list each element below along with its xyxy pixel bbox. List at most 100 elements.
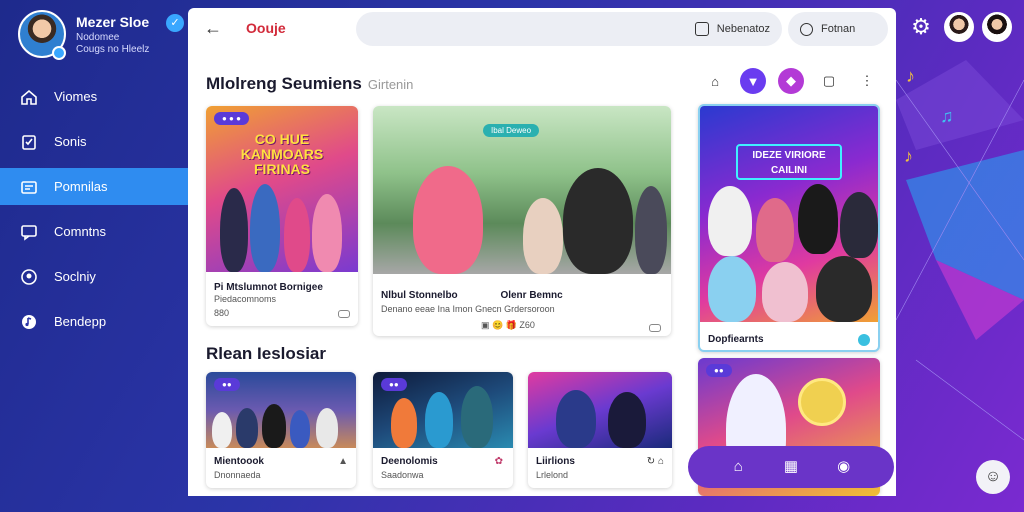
profile[interactable]: Mezer Sloe ✓ Nodomee Cougs no Hleelz bbox=[18, 10, 184, 62]
content-card[interactable]: IDEZE VIRIORE CAILINI Dopfiearnts bbox=[698, 104, 880, 352]
verified-icon bbox=[858, 334, 870, 346]
sidebar-item-label: Viomes bbox=[54, 89, 98, 104]
decorative-shapes bbox=[896, 60, 1024, 441]
card-title: Liirlions bbox=[536, 456, 575, 467]
tag-icon[interactable]: ◆ bbox=[778, 68, 804, 94]
home-icon bbox=[20, 88, 38, 106]
person-figure bbox=[250, 184, 280, 272]
person-figure bbox=[762, 262, 808, 322]
card-tag: ●● bbox=[706, 364, 732, 377]
card-count: Z60 bbox=[519, 320, 535, 330]
music-note-icon: ♪ bbox=[904, 146, 913, 166]
sidebar-item-pomnilas[interactable]: Pomnilas bbox=[0, 168, 188, 205]
person-figure bbox=[391, 398, 417, 448]
sidebar-item-soclniy[interactable]: Soclniy bbox=[0, 258, 188, 295]
card-meta: Lrlelond bbox=[536, 470, 569, 480]
cube-icon[interactable]: ▢ bbox=[816, 68, 842, 94]
card-title: Dopfiearnts bbox=[708, 334, 764, 345]
person-figure bbox=[425, 392, 453, 448]
card-title-left: Nlbul Stonnelbo bbox=[381, 290, 458, 301]
card-title: Deenolomis bbox=[381, 456, 438, 467]
card-meta: Saadonwa bbox=[381, 470, 424, 480]
home-icon[interactable]: ⌂ bbox=[728, 457, 748, 477]
grid-icon[interactable]: ▦ bbox=[781, 457, 801, 477]
person-figure bbox=[523, 198, 563, 274]
section-subtitle: Girtenin bbox=[367, 77, 414, 92]
person-figure bbox=[608, 392, 646, 448]
person-figure bbox=[220, 188, 248, 272]
card-tag: Ibal Deweo bbox=[483, 124, 540, 137]
filter-icon[interactable]: ▼ bbox=[740, 68, 766, 94]
card-tag: ● ● ● bbox=[214, 112, 249, 125]
avatar[interactable] bbox=[944, 12, 974, 42]
lock-icon[interactable]: ⌂ bbox=[702, 68, 728, 94]
help-button[interactable]: ☺ bbox=[976, 460, 1010, 494]
filter-pill-button[interactable]: Fotnan bbox=[788, 12, 888, 46]
more-icon[interactable]: ⋮ bbox=[854, 68, 880, 94]
sidebar-item-sonis[interactable]: Sonis bbox=[0, 123, 188, 160]
card-meta: Denano eeae Ina Imon Gnecn Grdersoroon bbox=[381, 304, 555, 314]
card-image: ●● bbox=[373, 372, 513, 448]
online-indicator bbox=[52, 46, 66, 60]
person-figure bbox=[312, 194, 342, 272]
filter-pill-label: Fotnan bbox=[821, 23, 856, 35]
card-title-right: Olenr Bemnc bbox=[500, 290, 563, 301]
sidebar-item-viomes[interactable]: Viomes bbox=[0, 78, 188, 115]
content-card[interactable]: Ibal Deweo Nlbul Stonnelbo Olenr Bemnc D… bbox=[373, 106, 671, 336]
section-title-2: Rlean Ieslosiar bbox=[206, 344, 327, 363]
sidebar-item-label: Soclniy bbox=[54, 269, 96, 284]
card-meta: Dnonnaeda bbox=[214, 470, 261, 480]
back-arrow-icon[interactable]: ← bbox=[204, 18, 224, 38]
music-icon bbox=[20, 313, 38, 331]
card-image: IDEZE VIRIORE CAILINI bbox=[700, 106, 878, 322]
bottom-action-bar: ⌂ ▦ ◉ bbox=[688, 446, 894, 488]
music-note-icon: ♫ bbox=[940, 106, 954, 126]
main-panel: ← Oouje Nebenatoz Fotnan Mlolreng Seumie… bbox=[188, 8, 896, 496]
content-card[interactable]: Liirlions Lrlelond ↻ ⌂ bbox=[528, 372, 672, 488]
content-card[interactable]: ●● Deenolomis Saadonwa ✿ bbox=[373, 372, 513, 488]
person-figure bbox=[290, 410, 310, 448]
person-figure bbox=[816, 256, 872, 322]
person-figure bbox=[262, 404, 286, 448]
heart-icon[interactable]: ✿ bbox=[495, 456, 503, 467]
pin-icon[interactable]: ▲ bbox=[338, 456, 348, 467]
profile-name: Mezer Sloe bbox=[76, 14, 150, 30]
person-figure bbox=[284, 198, 310, 272]
avatar[interactable] bbox=[982, 12, 1012, 42]
person-figure bbox=[563, 168, 633, 274]
card-image: Ibal Deweo bbox=[373, 106, 671, 274]
card-tag: ●● bbox=[214, 378, 240, 391]
person-figure bbox=[798, 184, 838, 254]
sidebar-item-comntns[interactable]: Comntns bbox=[0, 213, 188, 250]
caption-icon[interactable] bbox=[649, 324, 661, 332]
profile-subtitle-2: Cougs no Hleelz bbox=[76, 44, 150, 55]
section-title-text: Mlolreng Seumiens bbox=[206, 74, 362, 93]
refresh-icon[interactable]: ↻ ⌂ bbox=[647, 456, 664, 467]
caption-icon[interactable] bbox=[338, 310, 350, 318]
avatar bbox=[798, 378, 846, 426]
card-count: 880 bbox=[214, 308, 230, 318]
search-pill-button[interactable]: Nebenatoz bbox=[356, 12, 782, 46]
card-title: Nlbul Stonnelbo Olenr Bemnc bbox=[381, 290, 563, 301]
content-card[interactable]: ●● Mientoook Dnonnaeda ▲ bbox=[206, 372, 356, 488]
sidebar-item-label: Pomnilas bbox=[54, 179, 108, 194]
person-figure bbox=[316, 408, 338, 448]
sidebar: Mezer Sloe ✓ Nodomee Cougs no Hleelz Vio… bbox=[0, 0, 188, 512]
record-icon[interactable]: ◉ bbox=[834, 457, 854, 477]
card-image: ●● bbox=[206, 372, 356, 448]
person-figure bbox=[756, 198, 794, 262]
gear-icon[interactable]: ⚙ bbox=[906, 12, 936, 42]
poster-text: CO HUE KANMOARS FIRINAS bbox=[240, 131, 324, 177]
chat-icon bbox=[20, 223, 38, 241]
person-figure bbox=[635, 186, 667, 274]
folder-icon bbox=[20, 178, 38, 196]
content-card[interactable]: ● ● ● CO HUE KANMOARS FIRINAS Pi Mtslumn… bbox=[206, 106, 358, 326]
clipboard-icon bbox=[20, 133, 38, 151]
search-pill-label: Nebenatoz bbox=[716, 23, 770, 35]
sidebar-item-bendepp[interactable]: Bendepp bbox=[0, 303, 188, 340]
sidebar-item-label: Comntns bbox=[54, 224, 107, 239]
top-bar: ← Oouje Nebenatoz Fotnan bbox=[188, 8, 896, 52]
poster-text: IDEZE VIRIORE CAILINI bbox=[736, 144, 842, 180]
music-note-icon: ♪ bbox=[906, 66, 915, 86]
page-title: Oouje bbox=[246, 20, 286, 36]
